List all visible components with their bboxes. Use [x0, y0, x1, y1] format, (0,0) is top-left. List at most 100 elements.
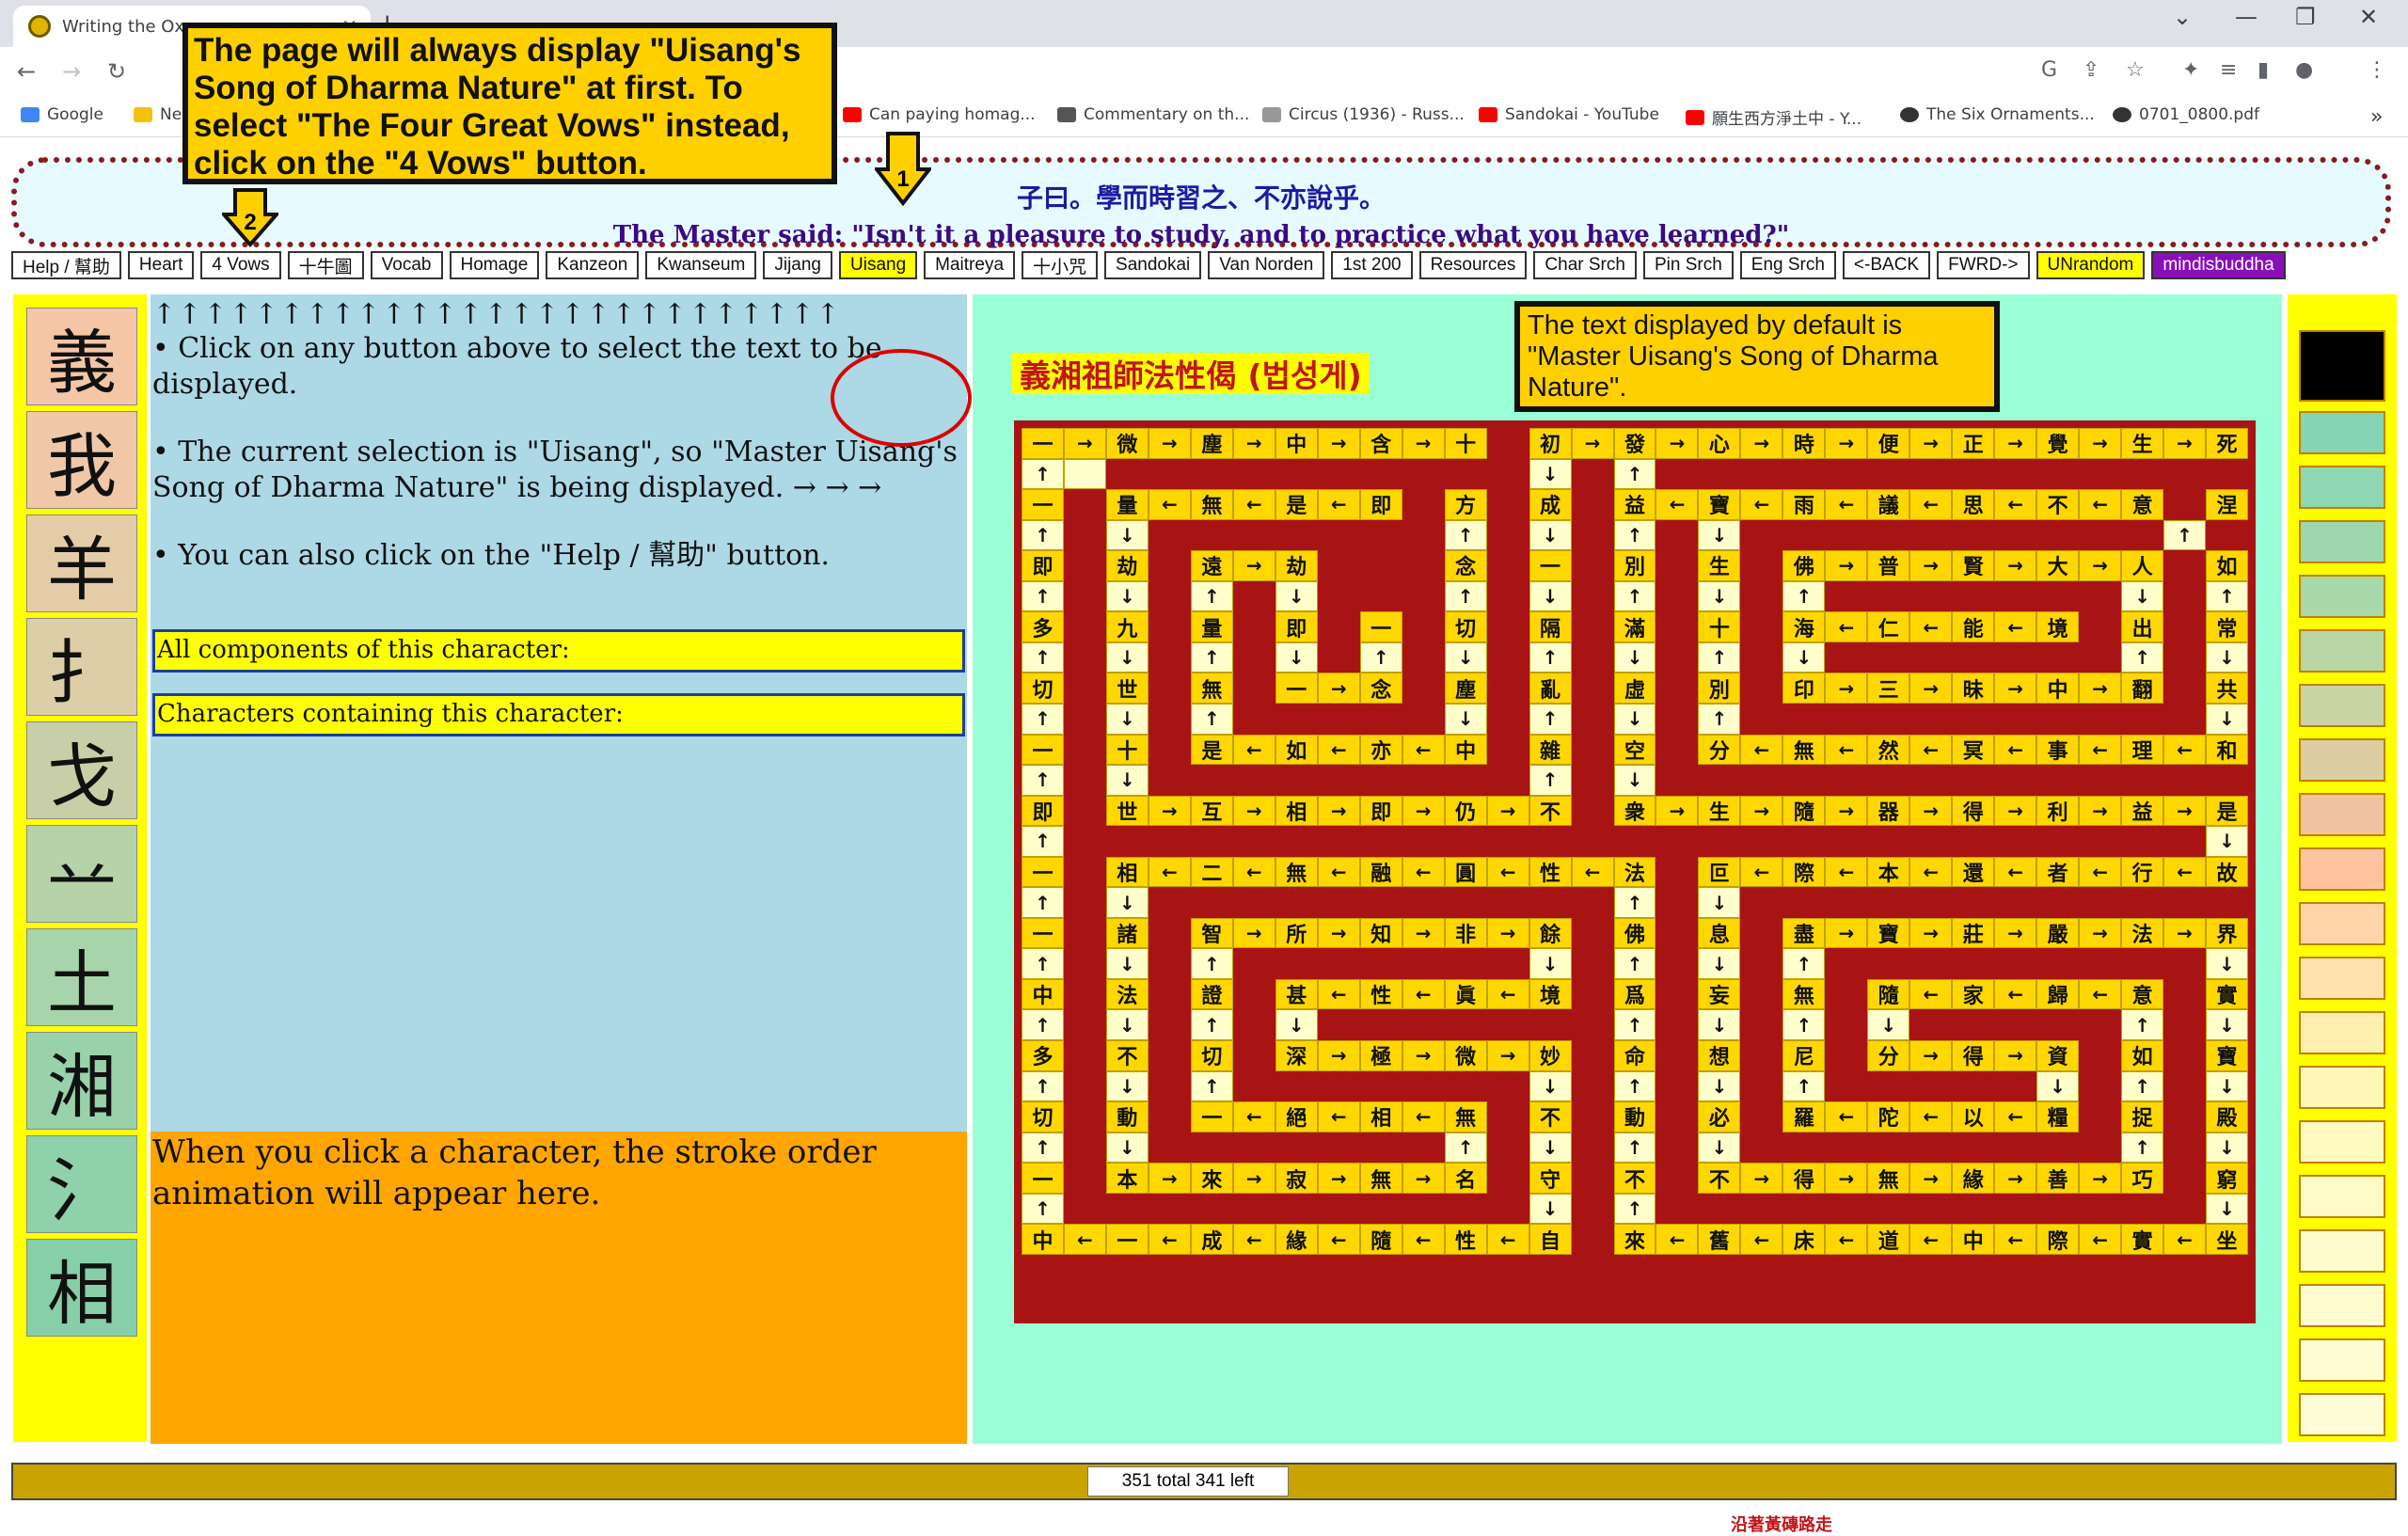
- grid-character[interactable]: 本: [1867, 856, 1910, 888]
- grid-character[interactable]: 劫: [1105, 550, 1149, 581]
- grid-character[interactable]: 行: [2121, 856, 2164, 888]
- grid-character[interactable]: 別: [1698, 673, 1741, 704]
- grid-character[interactable]: 自: [1529, 1224, 1572, 1255]
- color-swatch[interactable]: [2299, 738, 2385, 782]
- grid-character[interactable]: 切: [1022, 1101, 1064, 1132]
- grid-character[interactable]: 含: [1359, 428, 1402, 459]
- grid-character[interactable]: 善: [2036, 1163, 2080, 1194]
- text-button-10[interactable]: Maitreya: [924, 251, 1016, 279]
- grid-character[interactable]: 切: [1190, 1040, 1233, 1071]
- grid-character[interactable]: 嚴: [2036, 917, 2080, 949]
- grid-character[interactable]: 糧: [2036, 1101, 2080, 1132]
- color-swatch[interactable]: [2299, 1338, 2385, 1382]
- grid-character[interactable]: 一: [1022, 734, 1064, 766]
- grid-character[interactable]: 息: [1698, 917, 1741, 949]
- grid-character[interactable]: 中: [2036, 673, 2080, 704]
- grid-character[interactable]: 莊: [1952, 917, 1995, 949]
- grid-character[interactable]: 亦: [1359, 734, 1402, 766]
- component-char[interactable]: 䒑: [26, 825, 137, 923]
- grid-character[interactable]: 隔: [1529, 611, 1572, 642]
- color-swatch[interactable]: [2299, 1011, 2385, 1054]
- grid-character[interactable]: 分: [1867, 1040, 1910, 1071]
- grid-character[interactable]: 如: [1275, 734, 1318, 766]
- grid-character[interactable]: 九: [1105, 611, 1149, 642]
- color-swatch[interactable]: [2299, 1120, 2385, 1164]
- grid-character[interactable]: 意: [2121, 489, 2164, 520]
- color-swatch[interactable]: [2299, 902, 2385, 945]
- grid-character[interactable]: 死: [2206, 428, 2248, 459]
- grid-character[interactable]: 際: [1782, 856, 1826, 888]
- grid-character[interactable]: 大: [2036, 550, 2080, 581]
- grid-character[interactable]: 常: [2206, 611, 2248, 642]
- grid-character[interactable]: 無: [1782, 734, 1826, 766]
- grid-character[interactable]: 妄: [1698, 978, 1741, 1010]
- grid-character[interactable]: 中: [1022, 978, 1064, 1010]
- color-swatch[interactable]: [2299, 330, 2385, 402]
- grid-character[interactable]: 寶: [1867, 917, 1910, 949]
- grid-character[interactable]: 念: [1359, 673, 1402, 704]
- grid-character[interactable]: 一: [1022, 1163, 1064, 1194]
- grid-character[interactable]: 分: [1698, 734, 1741, 766]
- text-button-4[interactable]: Vocab: [370, 251, 443, 279]
- color-swatch[interactable]: [2299, 1175, 2385, 1218]
- grid-character[interactable]: 一: [1275, 673, 1318, 704]
- grid-character[interactable]: 界: [2206, 917, 2248, 949]
- grid-character[interactable]: 必: [1698, 1101, 1741, 1132]
- grid-character[interactable]: 方: [1444, 489, 1487, 520]
- grid-character[interactable]: 不: [1613, 1163, 1656, 1194]
- grid-character[interactable]: 盡: [1782, 917, 1826, 949]
- grid-character[interactable]: 是: [1190, 734, 1233, 766]
- grid-character[interactable]: 一: [1529, 550, 1572, 581]
- grid-character[interactable]: 世: [1105, 795, 1149, 827]
- grid-character[interactable]: 境: [2036, 611, 2080, 642]
- grid-character[interactable]: 中: [1444, 734, 1487, 766]
- extensions-icon[interactable]: ✦: [2182, 58, 2199, 82]
- grid-character[interactable]: 動: [1613, 1101, 1656, 1132]
- text-button-14[interactable]: 1st 200: [1331, 251, 1413, 279]
- grid-character[interactable]: 互: [1190, 795, 1233, 827]
- reload-icon[interactable]: ↻: [107, 58, 126, 85]
- grid-character[interactable]: 遠: [1190, 550, 1233, 581]
- grid-character[interactable]: 無: [1444, 1101, 1487, 1132]
- grid-character[interactable]: 即: [1022, 550, 1064, 581]
- grid-character[interactable]: 得: [1952, 1040, 1995, 1071]
- grid-character[interactable]: 衆: [1613, 795, 1656, 827]
- grid-character[interactable]: 世: [1105, 673, 1149, 704]
- grid-character[interactable]: 佛: [1613, 917, 1656, 949]
- grid-character[interactable]: 絕: [1275, 1101, 1318, 1132]
- grid-character[interactable]: 一: [1022, 856, 1064, 888]
- grid-character[interactable]: 覺: [2036, 428, 2080, 459]
- text-button-9[interactable]: Uisang: [839, 251, 918, 279]
- text-button-21[interactable]: UNrandom: [2036, 251, 2146, 279]
- grid-character[interactable]: 證: [1190, 978, 1233, 1010]
- grid-character[interactable]: 智: [1190, 917, 1233, 949]
- grid-character[interactable]: 翻: [2121, 673, 2164, 704]
- grid-character[interactable]: 不: [1529, 1101, 1572, 1132]
- component-char[interactable]: 土: [26, 928, 137, 1026]
- grid-character[interactable]: 實: [2121, 1224, 2164, 1255]
- grid-character[interactable]: 念: [1444, 550, 1487, 581]
- grid-character[interactable]: 雨: [1782, 489, 1826, 520]
- grid-character[interactable]: 如: [2121, 1040, 2164, 1071]
- grid-character[interactable]: 利: [2036, 795, 2080, 827]
- grid-character[interactable]: 眞: [1444, 978, 1487, 1010]
- grid-character[interactable]: 理: [2121, 734, 2164, 766]
- grid-character[interactable]: 別: [1613, 550, 1656, 581]
- grid-character[interactable]: 歸: [2036, 978, 2080, 1010]
- grid-character[interactable]: 涅: [2206, 489, 2248, 520]
- grid-character[interactable]: 亂: [1529, 673, 1572, 704]
- grid-character[interactable]: 共: [2206, 673, 2248, 704]
- grid-character[interactable]: 能: [1952, 611, 1995, 642]
- grid-character[interactable]: 床: [1782, 1224, 1826, 1255]
- grid-character[interactable]: 然: [1867, 734, 1910, 766]
- grid-character[interactable]: 是: [2206, 795, 2248, 827]
- forward-arrow-icon[interactable]: →: [62, 58, 81, 85]
- text-button-13[interactable]: Van Norden: [1208, 251, 1325, 279]
- grid-character[interactable]: 多: [1022, 1040, 1064, 1071]
- grid-character[interactable]: 即: [1359, 489, 1402, 520]
- grid-character[interactable]: 佛: [1782, 550, 1826, 581]
- grid-character[interactable]: 即: [1275, 611, 1318, 642]
- component-char[interactable]: 義: [26, 308, 137, 405]
- grid-character[interactable]: 不: [2036, 489, 2080, 520]
- grid-character[interactable]: 一: [1190, 1101, 1233, 1132]
